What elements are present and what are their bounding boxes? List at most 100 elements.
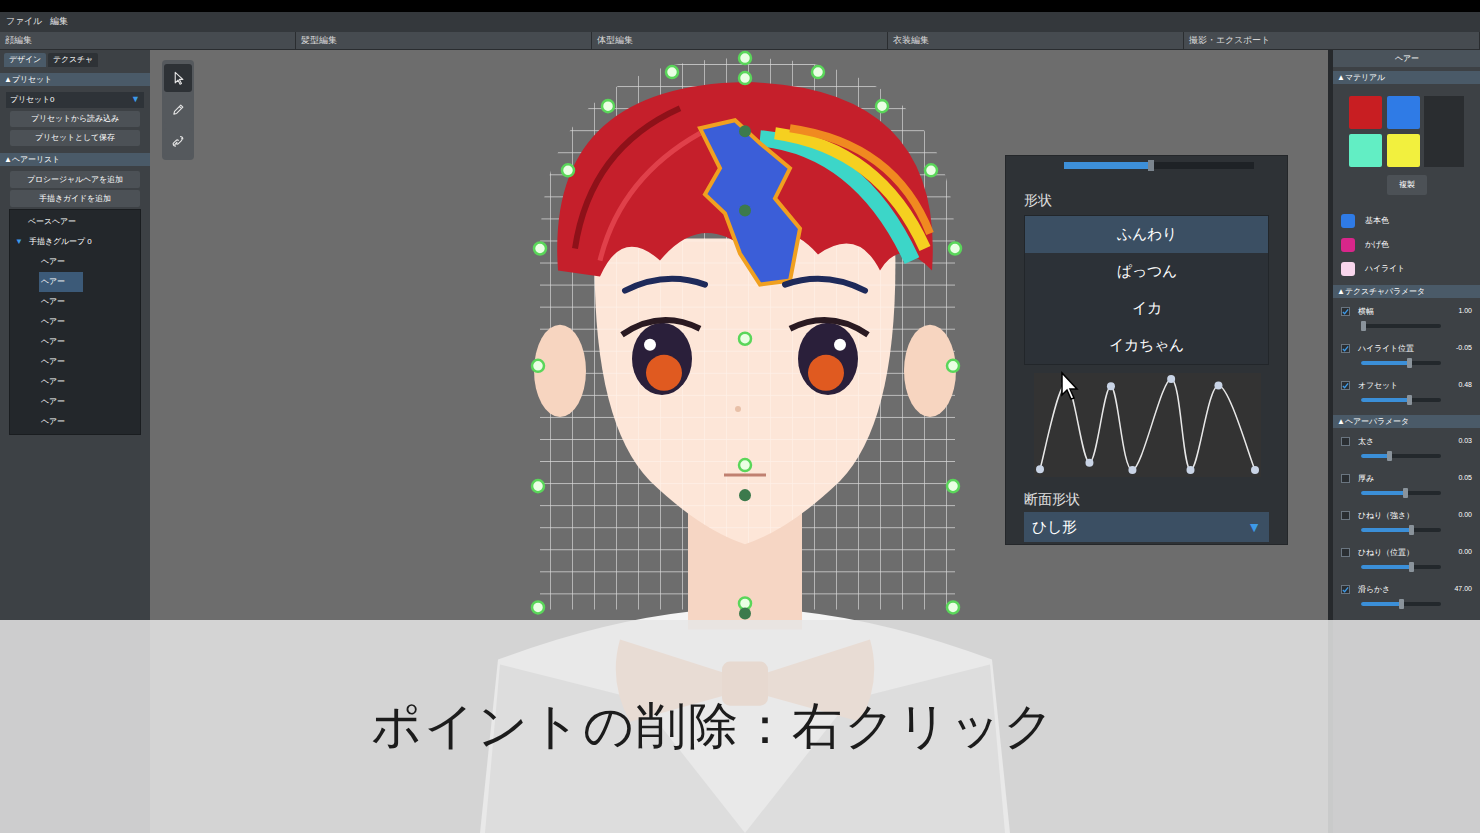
- param-checkbox[interactable]: [1341, 307, 1350, 316]
- swatch-slot[interactable]: [1424, 96, 1464, 167]
- param-slider-track[interactable]: [1361, 602, 1441, 606]
- tree-row[interactable]: ヘアー: [10, 312, 140, 332]
- left-tab[interactable]: テクスチャ: [48, 53, 98, 67]
- param-slider-track[interactable]: [1361, 361, 1441, 365]
- tree-item[interactable]: ヘアー: [39, 372, 67, 392]
- tree-row[interactable]: ヘアー: [10, 352, 140, 372]
- section-header[interactable]: ▲マテリアル: [1333, 71, 1480, 84]
- param-slider-track[interactable]: [1361, 565, 1441, 569]
- param-slider-handle[interactable]: [1399, 599, 1404, 609]
- section-header[interactable]: ▲プリセット: [0, 73, 150, 86]
- param-slider-handle[interactable]: [1361, 321, 1366, 331]
- tree-item[interactable]: ヘアー: [39, 412, 67, 432]
- param-checkbox[interactable]: [1341, 381, 1350, 390]
- mode-tab[interactable]: 顔編集: [0, 32, 296, 49]
- shape-option[interactable]: ぱっつん: [1025, 253, 1268, 290]
- mode-tab[interactable]: 体型編集: [592, 32, 888, 49]
- tree-item[interactable]: ヘアー: [39, 292, 67, 312]
- tool-button[interactable]: [164, 96, 192, 124]
- tree-row[interactable]: ヘアー: [10, 372, 140, 392]
- legend-row[interactable]: ハイライト: [1333, 257, 1480, 281]
- curve-point[interactable]: [1128, 466, 1136, 474]
- tree-item-label: 手描きグループ 0: [29, 236, 92, 248]
- param-slider-track[interactable]: [1361, 398, 1441, 402]
- mode-tab[interactable]: 衣装編集: [888, 32, 1184, 49]
- slider-track[interactable]: [1064, 162, 1254, 169]
- panel-button[interactable]: 手描きガイドを追加: [10, 190, 140, 207]
- param-checkbox[interactable]: [1341, 437, 1350, 446]
- mode-tab[interactable]: 撮影・エクスポート: [1184, 32, 1480, 49]
- panel-title-label: ヘアー: [1395, 53, 1419, 65]
- menu-item[interactable]: ファイル: [2, 15, 46, 29]
- param-row: 厚み0.05: [1333, 465, 1480, 502]
- param-slider-handle[interactable]: [1403, 488, 1408, 498]
- section-header[interactable]: ▲テクスチャパラメータ: [1333, 285, 1480, 298]
- tree-row[interactable]: ヘアー: [10, 412, 140, 432]
- tree-item[interactable]: ヘアー: [39, 332, 67, 352]
- section-header[interactable]: ▲ヘアーリスト: [0, 153, 150, 166]
- param-slider-handle[interactable]: [1387, 451, 1392, 461]
- param-checkbox[interactable]: [1341, 548, 1350, 557]
- param-checkbox[interactable]: [1341, 344, 1350, 353]
- slider-handle[interactable]: [1148, 160, 1154, 171]
- cross-section-dropdown[interactable]: ひし形▼: [1024, 512, 1269, 542]
- tree-item[interactable]: ベースヘアー: [26, 212, 78, 232]
- tool-button[interactable]: [164, 128, 192, 156]
- tree-row[interactable]: ヘアー: [10, 252, 140, 272]
- menu-item[interactable]: 編集: [46, 15, 72, 29]
- color-swatch[interactable]: [1349, 134, 1382, 167]
- tree-item[interactable]: 手描きグループ 0: [27, 232, 94, 252]
- param-slider-track[interactable]: [1361, 528, 1441, 532]
- tree-row[interactable]: ヘアー: [10, 332, 140, 352]
- color-swatch[interactable]: [1387, 96, 1420, 129]
- curve-point[interactable]: [1085, 459, 1093, 467]
- shape-option[interactable]: イカちゃん: [1025, 327, 1268, 364]
- expand-toggle-icon[interactable]: ▼: [15, 236, 23, 248]
- mode-tab[interactable]: 髪型編集: [296, 32, 592, 49]
- color-swatch[interactable]: [1387, 134, 1420, 167]
- param-slider-track[interactable]: [1361, 491, 1441, 495]
- param-slider-handle[interactable]: [1407, 358, 1412, 368]
- curve-point[interactable]: [1214, 381, 1222, 389]
- param-slider-handle[interactable]: [1407, 395, 1412, 405]
- shape-option[interactable]: イカ: [1025, 290, 1268, 327]
- tree-row[interactable]: ヘアー: [10, 272, 140, 292]
- tree-item[interactable]: ヘアー: [39, 312, 67, 332]
- tree-row[interactable]: ヘアー: [10, 292, 140, 312]
- tree-item-label: ヘアー: [41, 276, 65, 288]
- tree-item[interactable]: ヘアー: [39, 272, 83, 292]
- section-header-label: ▲テクスチャパラメータ: [1337, 286, 1425, 298]
- preset-dropdown[interactable]: プリセット0▼: [6, 92, 144, 108]
- panel-button[interactable]: プリセットから読み込み: [10, 111, 140, 127]
- param-checkbox[interactable]: [1341, 474, 1350, 483]
- section-header[interactable]: ▲ヘアーパラメータ: [1333, 415, 1480, 428]
- tree-item[interactable]: ヘアー: [39, 392, 67, 412]
- color-swatch[interactable]: [1349, 96, 1382, 129]
- tool-button[interactable]: [164, 64, 192, 92]
- param-slider-handle[interactable]: [1409, 525, 1414, 535]
- tree-row[interactable]: ベースヘアー: [10, 212, 140, 232]
- curve-point[interactable]: [1167, 375, 1175, 383]
- param-slider-handle[interactable]: [1409, 562, 1414, 572]
- curve-point[interactable]: [1036, 465, 1044, 473]
- param-checkbox[interactable]: [1341, 585, 1350, 594]
- param-slider-track[interactable]: [1361, 454, 1441, 458]
- tree-item[interactable]: ヘアー: [39, 252, 67, 272]
- tree-row[interactable]: ヘアー: [10, 392, 140, 412]
- panel-button[interactable]: プリセットとして保存: [10, 130, 140, 146]
- curve-point[interactable]: [1251, 466, 1259, 474]
- curve-point[interactable]: [1107, 382, 1115, 390]
- legend-row[interactable]: 基本色: [1333, 209, 1480, 233]
- param-checkbox[interactable]: [1341, 511, 1350, 520]
- tree-row[interactable]: ▼ 手描きグループ 0: [10, 232, 140, 252]
- select-tool-icon: [169, 69, 187, 87]
- left-tab[interactable]: デザイン: [4, 53, 46, 67]
- curve-point[interactable]: [1187, 466, 1195, 474]
- caption-overlay: ポイントの削除：右クリック: [0, 620, 1480, 833]
- param-slider-track[interactable]: [1361, 324, 1441, 328]
- panel-button[interactable]: プロシージャルヘアを追加: [10, 171, 140, 188]
- legend-row[interactable]: かげ色: [1333, 233, 1480, 257]
- copy-button[interactable]: 複製: [1387, 175, 1427, 195]
- shape-option[interactable]: ふんわり: [1025, 216, 1268, 253]
- tree-item[interactable]: ヘアー: [39, 352, 67, 372]
